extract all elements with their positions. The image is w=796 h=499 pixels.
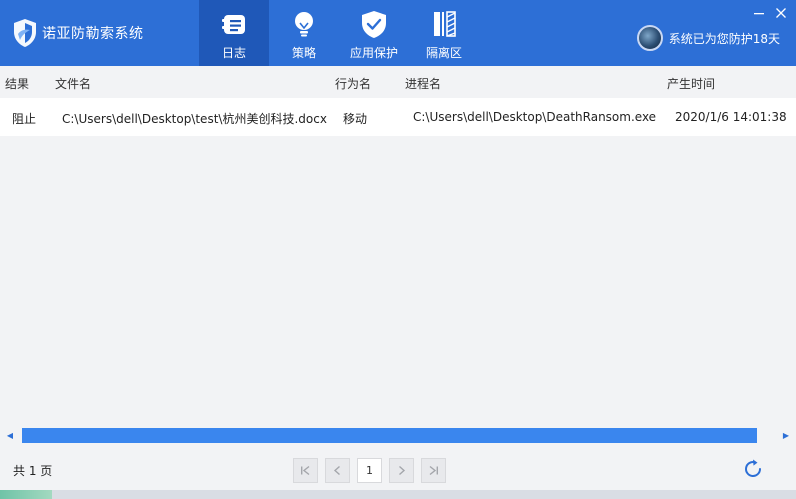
cell-result: 阻止 bbox=[12, 112, 37, 126]
protection-status: 系统已为您防护18天 bbox=[636, 25, 780, 51]
header-process[interactable]: 进程名 bbox=[405, 75, 441, 92]
cell-process: C:\Users\dell\Desktop\DeathRansom.exe bbox=[413, 110, 657, 124]
page-count: 共 1 页 bbox=[13, 464, 53, 478]
log-icon bbox=[219, 9, 249, 39]
first-page-icon bbox=[301, 465, 310, 476]
tab-quarantine-label: 隔离区 bbox=[425, 46, 462, 60]
shield-check-icon bbox=[359, 9, 389, 39]
current-page[interactable]: 1 bbox=[357, 458, 382, 483]
header-filename[interactable]: 文件名 bbox=[55, 75, 91, 92]
horizontal-scrollbar[interactable]: ◀ ▶ bbox=[0, 427, 796, 444]
footer: 共 1 页 1 bbox=[0, 448, 796, 490]
protection-days-text: 系统已为您防护18天 bbox=[668, 31, 780, 46]
pagination: 1 bbox=[293, 458, 446, 483]
tab-app-protect[interactable]: 应用保护 bbox=[339, 0, 409, 66]
scroll-right-icon[interactable]: ▶ bbox=[781, 430, 791, 440]
bottom-strip bbox=[0, 490, 796, 499]
table-row[interactable]: 阻止 C:\Users\dell\Desktop\test\杭州美创科技.doc… bbox=[0, 98, 796, 136]
shield-logo-icon bbox=[14, 19, 36, 47]
header-result[interactable]: 结果 bbox=[5, 75, 29, 92]
tab-quarantine[interactable]: 隔离区 bbox=[409, 0, 479, 66]
brand: 诺亚防勒索系统 bbox=[12, 18, 144, 48]
last-page-button[interactable] bbox=[421, 458, 446, 483]
chevron-left-icon bbox=[333, 465, 340, 476]
tab-app-protect-label: 应用保护 bbox=[349, 46, 398, 60]
app-title: 诺亚防勒索系统 bbox=[42, 26, 144, 42]
first-page-button[interactable] bbox=[293, 458, 318, 483]
lightbulb-icon bbox=[289, 9, 319, 39]
last-page-icon bbox=[429, 465, 438, 476]
tab-policy-label: 策略 bbox=[291, 46, 316, 60]
scroll-thumb[interactable] bbox=[22, 428, 757, 443]
window-controls bbox=[752, 6, 788, 20]
prev-page-button[interactable] bbox=[325, 458, 350, 483]
tab-log-label: 日志 bbox=[221, 46, 246, 60]
close-icon[interactable] bbox=[774, 6, 788, 20]
cell-filename: C:\Users\dell\Desktop\test\杭州美创科技.docx bbox=[62, 112, 327, 126]
header-action[interactable]: 行为名 bbox=[335, 75, 371, 92]
header-time[interactable]: 产生时间 bbox=[667, 75, 715, 92]
tab-log[interactable]: 日志 bbox=[199, 0, 269, 66]
main-nav: 日志 策略 应用保护 隔离区 bbox=[199, 0, 479, 66]
minimize-icon[interactable] bbox=[752, 6, 766, 20]
quarantine-icon bbox=[429, 9, 459, 39]
cell-action: 移动 bbox=[343, 112, 368, 126]
chevron-right-icon bbox=[399, 465, 406, 476]
avatar[interactable] bbox=[636, 25, 663, 51]
next-page-button[interactable] bbox=[389, 458, 414, 483]
scroll-left-icon[interactable]: ◀ bbox=[5, 430, 15, 440]
tab-policy[interactable]: 策略 bbox=[269, 0, 339, 66]
title-bar: 诺亚防勒索系统 日志 策略 应用保护 隔离区 系统已为您防护18天 bbox=[0, 0, 796, 66]
cell-time: 2020/1/6 14:01:38 bbox=[675, 110, 787, 124]
table-header: 结果 文件名 行为名 进程名 产生时间 bbox=[0, 66, 796, 98]
refresh-icon[interactable] bbox=[742, 458, 764, 480]
taskbar-fragment bbox=[0, 490, 52, 499]
